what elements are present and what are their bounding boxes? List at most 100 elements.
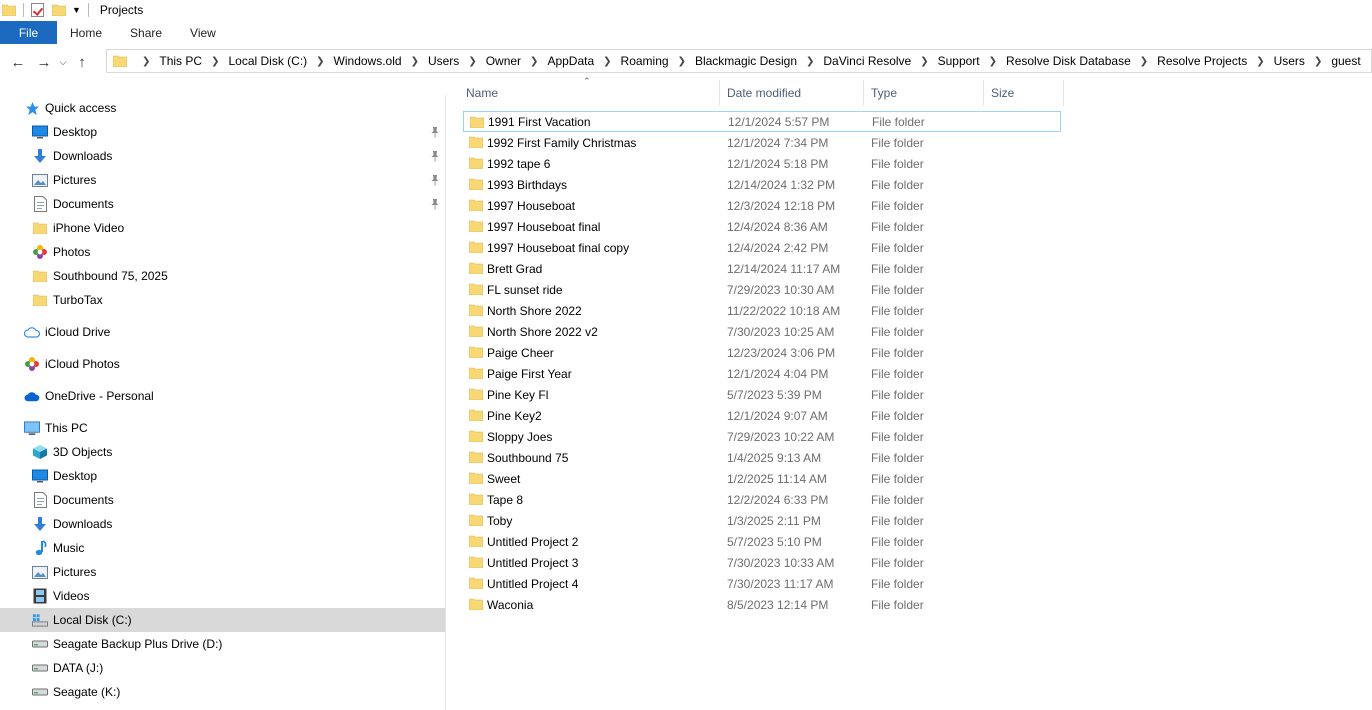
breadcrumb-item[interactable]: Resolve Disk Database bbox=[1006, 54, 1131, 68]
folder-icon bbox=[468, 493, 484, 506]
sidebar-item-downloads[interactable]: Downloads bbox=[0, 512, 445, 536]
column-header-name[interactable]: Name bbox=[461, 80, 720, 106]
breadcrumb-chevron-icon[interactable]: ❯ bbox=[1140, 56, 1148, 67]
sidebar-item-data-j-[interactable]: DATA (J:) bbox=[0, 656, 445, 680]
file-row[interactable]: 1991 First Vacation 12/1/2024 5:57 PM File… bbox=[463, 111, 1061, 132]
sidebar-item-photos[interactable]: Photos bbox=[0, 240, 445, 264]
breadcrumb-chevron-icon[interactable]: ❯ bbox=[1314, 56, 1322, 67]
sidebar-item-label: Photos bbox=[53, 245, 91, 259]
sidebar-item-videos[interactable]: Videos bbox=[0, 584, 445, 608]
breadcrumb-chevron-icon[interactable]: ❯ bbox=[1256, 56, 1264, 67]
breadcrumb-item[interactable]: AppData bbox=[547, 54, 594, 68]
breadcrumb-item[interactable]: Roaming bbox=[621, 54, 669, 68]
breadcrumb-chevron-icon[interactable]: ❯ bbox=[468, 56, 476, 67]
sidebar-this-pc[interactable]: This PC bbox=[0, 416, 445, 440]
breadcrumb-item[interactable]: DaVinci Resolve bbox=[823, 54, 911, 68]
file-row[interactable]: North Shore 2022 v2 7/30/2023 10:25 AM Fil… bbox=[463, 321, 1061, 342]
breadcrumb-item[interactable]: Windows.old bbox=[334, 54, 402, 68]
file-row[interactable]: Brett Grad 12/14/2024 11:17 AM File folder bbox=[463, 258, 1061, 279]
file-row[interactable]: Pine Key Fl 5/7/2023 5:39 PM File folder bbox=[463, 384, 1061, 405]
file-row[interactable]: Untitled Project 3 7/30/2023 10:33 AM File… bbox=[463, 552, 1061, 573]
folder-icon bbox=[468, 157, 484, 170]
file-type: File folder bbox=[871, 345, 924, 360]
breadcrumb-chevron-icon[interactable]: ❯ bbox=[603, 56, 611, 67]
file-row[interactable]: North Shore 2022 11/22/2022 10:18 AM File … bbox=[463, 300, 1061, 321]
breadcrumb-item[interactable]: guest bbox=[1331, 54, 1360, 68]
column-header-date-modified[interactable]: Date modified bbox=[722, 80, 864, 106]
sidebar-item-seagate-backup-plus-drive-d-[interactable]: Seagate Backup Plus Drive (D:) bbox=[0, 632, 445, 656]
breadcrumb-chevron-icon[interactable]: ❯ bbox=[530, 56, 538, 67]
folder-icon bbox=[468, 514, 484, 527]
sidebar-item-music[interactable]: Music bbox=[0, 536, 445, 560]
sidebar-item-downloads[interactable]: Downloads bbox=[0, 144, 445, 168]
breadcrumb-chevron-icon[interactable]: ❯ bbox=[989, 56, 997, 67]
breadcrumb-item[interactable]: Owner bbox=[486, 54, 521, 68]
file-row[interactable]: Paige Cheer 12/23/2024 3:06 PM File folder bbox=[463, 342, 1061, 363]
sidebar-item-desktop[interactable]: Desktop bbox=[0, 120, 445, 144]
sidebar-item-local-disk-c-[interactable]: Local Disk (C:) bbox=[0, 608, 445, 632]
properties-icon[interactable] bbox=[31, 3, 44, 17]
breadcrumb-item[interactable]: This PC bbox=[159, 54, 202, 68]
file-row[interactable]: Sloppy Joes 7/29/2023 10:22 AM File folder bbox=[463, 426, 1061, 447]
recent-locations-chevron-icon[interactable]: ⌵ bbox=[55, 50, 71, 74]
drive-icon bbox=[32, 660, 48, 676]
breadcrumb-chevron-icon[interactable]: ❯ bbox=[678, 56, 686, 67]
breadcrumb-item[interactable]: Users bbox=[428, 54, 459, 68]
breadcrumb-item[interactable]: Resolve Projects bbox=[1157, 54, 1247, 68]
sidebar-item-label: Seagate (K:) bbox=[53, 685, 121, 699]
up-arrow-icon[interactable]: ↑ bbox=[71, 50, 93, 74]
file-row[interactable]: 1997 Houseboat final 12/4/2024 8:36 AM Fil… bbox=[463, 216, 1061, 237]
file-row[interactable]: Untitled Project 2 5/7/2023 5:10 PM File f… bbox=[463, 531, 1061, 552]
file-row[interactable]: 1992 First Family Christmas 12/1/2024 7:3… bbox=[463, 132, 1061, 153]
breadcrumb-chevron-icon[interactable]: ❯ bbox=[211, 56, 219, 67]
sidebar-icloud-photos[interactable]: iCloud Photos bbox=[0, 352, 445, 376]
sidebar-item-documents[interactable]: Documents bbox=[0, 488, 445, 512]
file-row[interactable]: Waconia 8/5/2023 12:14 PM File folder bbox=[463, 594, 1061, 615]
file-row[interactable]: 1993 Birthdays 12/14/2024 1:32 PM File fol… bbox=[463, 174, 1061, 195]
sidebar-item-desktop[interactable]: Desktop bbox=[0, 464, 445, 488]
breadcrumb-chevron-icon[interactable]: ❯ bbox=[142, 56, 150, 67]
file-row[interactable]: FL sunset ride 7/29/2023 10:30 AM File fol… bbox=[463, 279, 1061, 300]
breadcrumb-item[interactable]: Support bbox=[938, 54, 980, 68]
file-row[interactable]: 1992 tape 6 12/1/2024 5:18 PM File folder bbox=[463, 153, 1061, 174]
file-row[interactable]: Sweet 1/2/2025 11:14 AM File folder bbox=[463, 468, 1061, 489]
file-row[interactable]: Toby 1/3/2025 2:11 PM File folder bbox=[463, 510, 1061, 531]
breadcrumb-item[interactable]: Blackmagic Design bbox=[695, 54, 797, 68]
file-row[interactable]: 1997 Houseboat final copy 12/4/2024 2:42 … bbox=[463, 237, 1061, 258]
column-header-type[interactable]: Type bbox=[866, 80, 984, 106]
sidebar-icloud-drive[interactable]: iCloud Drive bbox=[0, 320, 445, 344]
file-row[interactable]: Pine Key2 12/1/2024 9:07 AM File folder bbox=[463, 405, 1061, 426]
sidebar-quick-access[interactable]: Quick access bbox=[0, 96, 445, 120]
customize-toolbar-chevron-icon[interactable]: ▼ bbox=[72, 5, 81, 15]
file-row[interactable]: 1997 Houseboat 12/3/2024 12:18 PM File fol… bbox=[463, 195, 1061, 216]
file-row[interactable]: Untitled Project 4 7/30/2023 11:17 AM File… bbox=[463, 573, 1061, 594]
breadcrumb-chevron-icon[interactable]: ❯ bbox=[411, 56, 419, 67]
breadcrumb-item[interactable]: Users bbox=[1274, 54, 1305, 68]
sidebar-item-seagate-k-[interactable]: Seagate (K:) bbox=[0, 680, 445, 704]
sidebar-item-turbotax[interactable]: TurboTax bbox=[0, 288, 445, 312]
address-bar[interactable]: ❯ This PC ❯ Local Disk (C:) ❯ Windows.old ❯ Use… bbox=[106, 49, 1372, 73]
tab-view[interactable]: View bbox=[176, 21, 230, 44]
tab-file[interactable]: File bbox=[0, 21, 57, 44]
sidebar-onedrive[interactable]: OneDrive - Personal bbox=[0, 384, 445, 408]
breadcrumb-chevron-icon[interactable]: ❯ bbox=[920, 56, 928, 67]
forward-arrow-icon[interactable]: → bbox=[33, 50, 55, 74]
column-header-size[interactable]: Size bbox=[986, 80, 1064, 106]
file-row[interactable]: Tape 8 12/2/2024 6:33 PM File folder bbox=[463, 489, 1061, 510]
tab-home[interactable]: Home bbox=[57, 21, 116, 44]
tab-share[interactable]: Share bbox=[116, 21, 176, 44]
sidebar-item-pictures[interactable]: Pictures bbox=[0, 560, 445, 584]
sidebar-item-3d-objects[interactable]: 3D Objects bbox=[0, 440, 445, 464]
sidebar-item-label: Local Disk (C:) bbox=[53, 613, 132, 627]
sidebar-item-pictures[interactable]: Pictures bbox=[0, 168, 445, 192]
breadcrumb-chevron-icon[interactable]: ❯ bbox=[806, 56, 814, 67]
sidebar-item-iphone-video[interactable]: iPhone Video bbox=[0, 216, 445, 240]
breadcrumb-item[interactable]: Local Disk (C:) bbox=[228, 54, 307, 68]
back-arrow-icon[interactable]: ← bbox=[7, 50, 29, 74]
file-row[interactable]: Southbound 75 1/4/2025 9:13 AM File folder bbox=[463, 447, 1061, 468]
file-row[interactable]: Paige First Year 12/1/2024 4:04 PM File fo… bbox=[463, 363, 1061, 384]
sidebar-item-documents[interactable]: Documents bbox=[0, 192, 445, 216]
breadcrumb-chevron-icon[interactable]: ❯ bbox=[316, 56, 324, 67]
new-folder-icon[interactable] bbox=[52, 4, 66, 16]
sidebar-item-southbound-75-2025[interactable]: Southbound 75, 2025 bbox=[0, 264, 445, 288]
